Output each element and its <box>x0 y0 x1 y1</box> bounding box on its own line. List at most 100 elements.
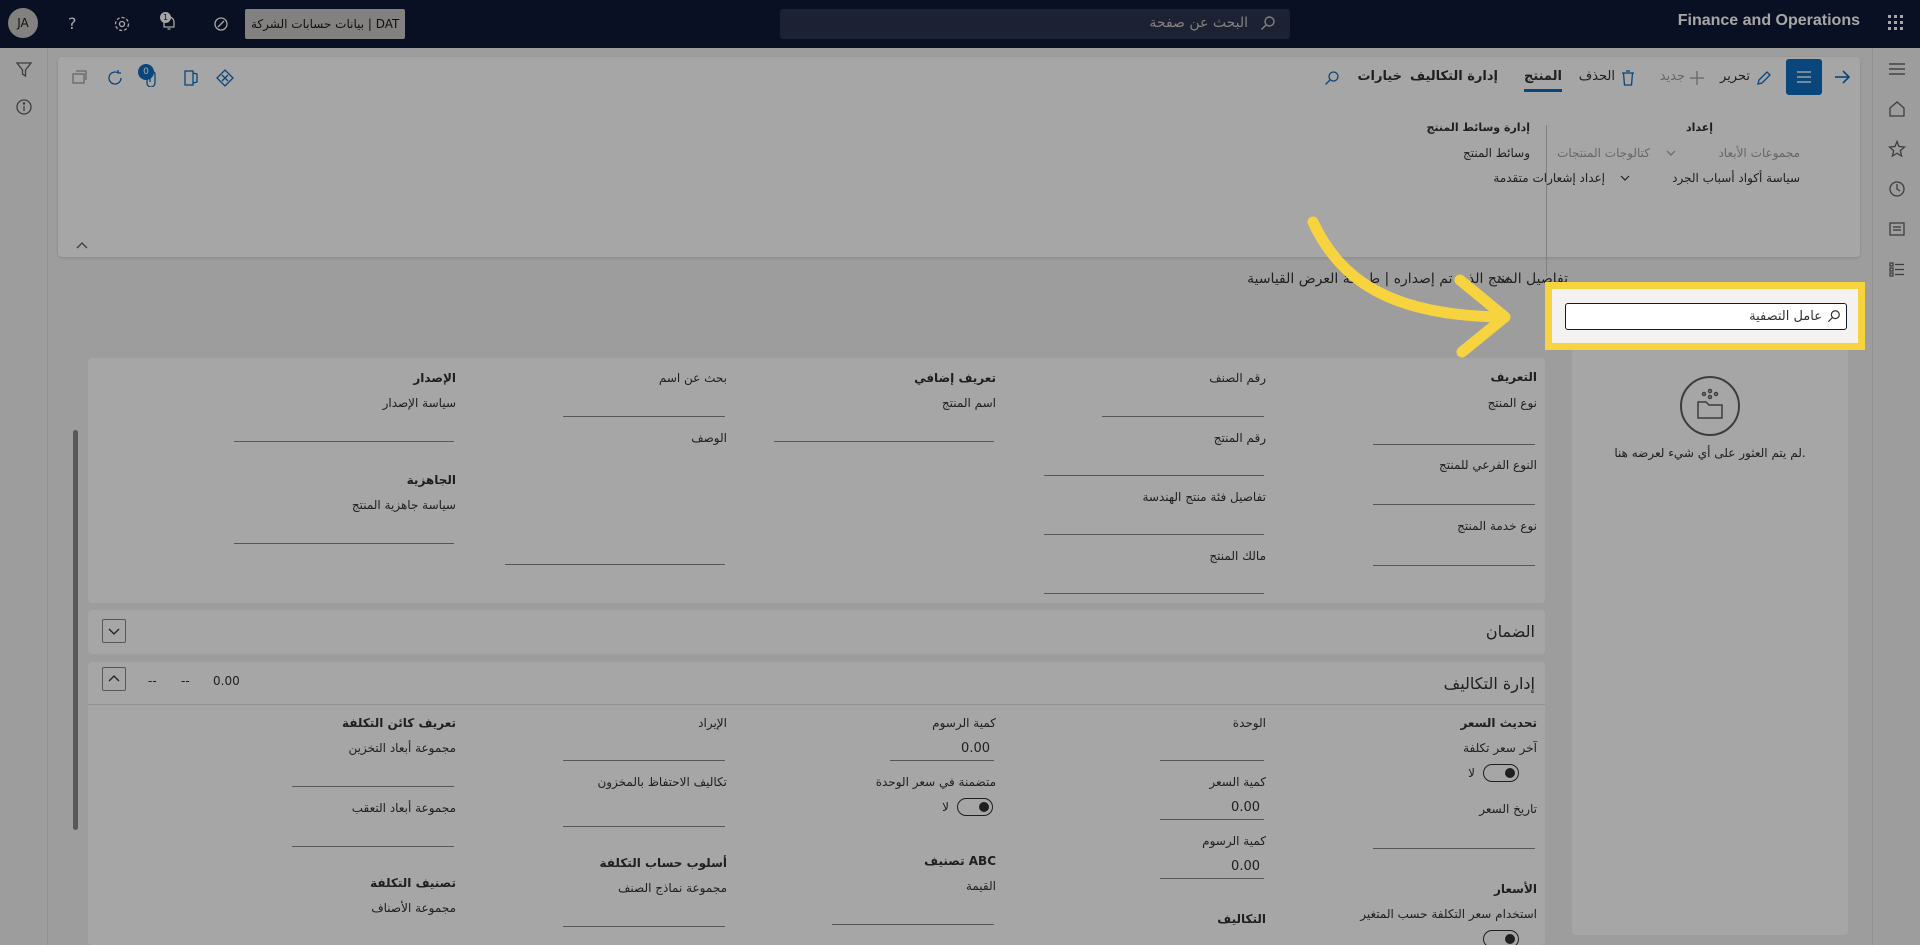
additional-identification-title: تعريف إضافي <box>914 371 996 385</box>
carrying-cost-field[interactable] <box>563 826 725 827</box>
product-number-field[interactable] <box>1044 475 1264 476</box>
price-update-title: تحديث السعر <box>1460 716 1537 730</box>
back-arrow-icon[interactable] <box>1832 67 1852 87</box>
advanced-notifications-button[interactable]: إعداد إشعارات متقدمة <box>1493 171 1605 185</box>
tracking-dimension-group-field[interactable] <box>292 846 454 847</box>
dimension-groups-menu[interactable]: مجموعات الأبعاد <box>1718 146 1800 160</box>
cost-classification-title: تصنيف التكلفة <box>370 876 456 890</box>
tab-options[interactable]: خيارات <box>1357 69 1402 84</box>
item-number-field[interactable] <box>1102 416 1264 417</box>
star-icon[interactable] <box>1888 140 1906 158</box>
last-cost-price-label: آخر سعر تكلفة <box>1463 741 1537 755</box>
readiness-policy-field[interactable] <box>234 543 454 544</box>
last-cost-price-toggle[interactable] <box>1483 764 1519 782</box>
help-icon[interactable]: ? <box>68 14 77 33</box>
charges-quantity-label: كمية الرسوم <box>1202 834 1266 848</box>
search-icon <box>1260 15 1276 31</box>
included-in-unit-price-toggle[interactable] <box>957 798 993 816</box>
warranty-section[interactable]: الضمان <box>88 610 1545 654</box>
cost-management-section: إدارة التكاليف -- -- 0.00 تحديث السعر آخ… <box>88 662 1545 945</box>
item-model-group-label: مجموعة نماذج الصنف <box>618 881 727 895</box>
action-search-icon[interactable] <box>1324 70 1340 86</box>
item-number-label: رقم الصنف <box>1209 371 1266 385</box>
value-field[interactable] <box>832 924 994 925</box>
charges-value[interactable]: 0.00 <box>961 741 990 756</box>
modules-list-icon[interactable] <box>1888 260 1906 278</box>
cost-management-title: إدارة التكاليف <box>1443 674 1535 693</box>
costing-method-title: أسلوب حساب التكلفة <box>599 856 727 870</box>
included-in-unit-price-value: لا <box>942 800 949 814</box>
office-integration-icon[interactable] <box>216 69 234 87</box>
unit-label: الوحدة <box>1232 716 1266 730</box>
unit-field[interactable] <box>1160 760 1264 761</box>
tab-cost-management[interactable]: إدارة التكاليف <box>1410 69 1498 84</box>
group-divider <box>1546 125 1547 277</box>
info-icon[interactable] <box>15 98 33 116</box>
product-subtype-field[interactable] <box>1373 504 1535 505</box>
copilot-icon[interactable] <box>212 15 230 33</box>
storage-dimension-group-field[interactable] <box>292 786 454 787</box>
page-search-input[interactable]: البحث عن صفحة <box>780 9 1290 39</box>
search-placeholder: البحث عن صفحة <box>1149 15 1248 31</box>
tab-product[interactable]: المنتج <box>1523 69 1562 92</box>
revenue-field[interactable] <box>563 760 725 761</box>
price-quantity-field[interactable] <box>1160 819 1264 820</box>
search-name-label: بحث عن اسم <box>658 371 727 385</box>
list-view-button[interactable] <box>1786 59 1822 95</box>
collapse-chevron-up-icon[interactable] <box>102 667 126 691</box>
delete-button[interactable]: الحذف <box>1579 69 1615 84</box>
company-picker-button[interactable]: بيانات حسابات الشركة | DAT <box>245 9 406 39</box>
attachments-count-badge: 0 <box>138 64 154 80</box>
identification-title: التعريف <box>1490 370 1537 384</box>
storage-dimension-group-label: مجموعة أبعاد التخزين <box>348 741 456 755</box>
product-owner-field[interactable] <box>1044 593 1264 594</box>
home-icon[interactable] <box>1888 100 1906 118</box>
refresh-icon[interactable] <box>106 69 124 87</box>
description-label: الوصف <box>691 431 727 445</box>
left-rail <box>0 48 48 945</box>
item-model-group-field[interactable] <box>563 926 725 927</box>
engineering-category-field[interactable] <box>1044 534 1264 535</box>
price-date-label: تاريخ السعر <box>1479 802 1537 816</box>
open-new-window-icon[interactable] <box>70 69 88 87</box>
new-button[interactable]: جديد <box>1660 69 1685 84</box>
charges-field[interactable] <box>890 760 994 761</box>
search-name-field[interactable] <box>563 416 725 417</box>
release-policy-field[interactable] <box>234 441 454 442</box>
description-field[interactable] <box>505 564 725 565</box>
costs-title: التكاليف <box>1217 912 1266 926</box>
counting-reason-policy-menu[interactable]: سياسة أكواد أسباب الجرد <box>1672 171 1800 185</box>
charges-quantity-field[interactable] <box>1160 878 1264 879</box>
filter-icon[interactable] <box>15 61 33 79</box>
use-cost-price-by-variant-label: استخدام سعر التكلفة حسب المتغير <box>1360 907 1537 921</box>
product-media-button[interactable]: وسائط المنتج <box>1463 146 1530 160</box>
engineering-category-label: تفاصيل فئة منتج الهندسة <box>1142 490 1266 504</box>
plus-icon[interactable] <box>1689 70 1705 86</box>
expand-chevron-down-icon[interactable] <box>102 619 126 643</box>
delete-icon[interactable] <box>1620 69 1636 87</box>
product-catalogs-button[interactable]: كتالوجات المنتجات <box>1557 146 1650 160</box>
price-date-field[interactable] <box>1373 848 1535 849</box>
use-cost-price-by-variant-toggle[interactable] <box>1483 930 1519 945</box>
recent-clock-icon[interactable] <box>1888 180 1906 198</box>
price-quantity-value[interactable]: 0.00 <box>1231 800 1260 815</box>
service-type-field[interactable] <box>1373 565 1535 566</box>
filter-input[interactable]: عامل التصفية <box>1565 303 1847 330</box>
edit-icon[interactable] <box>1756 70 1772 86</box>
product-name-label: اسم المنتج <box>941 396 996 410</box>
service-type-label: نوع خدمة المنتج <box>1457 519 1537 533</box>
product-type-label: نوع المنتج <box>1487 396 1537 410</box>
hamburger-menu-icon[interactable] <box>1888 62 1906 76</box>
app-launcher-icon[interactable] <box>1888 15 1904 31</box>
office-app-icon[interactable] <box>182 69 200 87</box>
edit-button[interactable]: تحرير <box>1720 69 1750 84</box>
vertical-scrollbar[interactable] <box>73 430 78 830</box>
avatar[interactable]: JA <box>8 8 38 38</box>
collapse-chevron-up-icon[interactable] <box>76 241 88 249</box>
gear-icon[interactable] <box>113 15 131 33</box>
product-number-label: رقم المنتج <box>1213 431 1266 445</box>
product-type-field[interactable] <box>1373 444 1535 445</box>
product-name-field[interactable] <box>774 441 994 442</box>
charges-quantity-value[interactable]: 0.00 <box>1231 859 1260 874</box>
workspaces-icon[interactable] <box>1888 220 1906 238</box>
